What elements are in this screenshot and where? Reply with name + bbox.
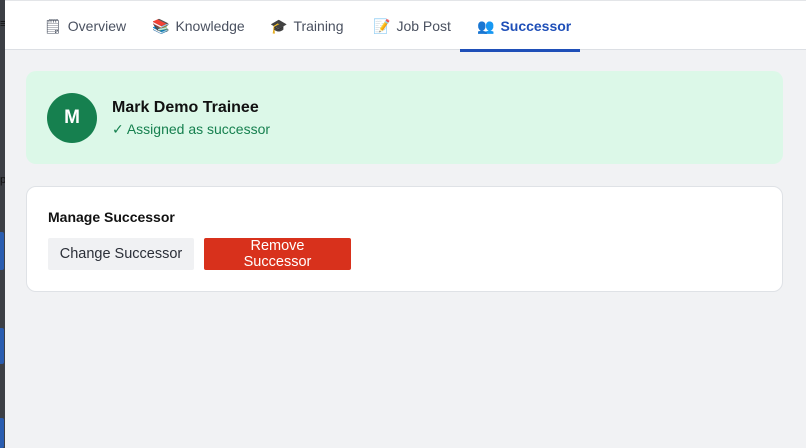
edge-indicator	[0, 418, 4, 448]
edge-indicator	[0, 232, 4, 270]
successor-status: ✓ Assigned as successor	[112, 121, 271, 137]
successor-card: M Mark Demo Trainee ✓ Assigned as succes…	[26, 71, 783, 164]
avatar: M	[47, 93, 97, 143]
tab-label: Job Post	[396, 17, 451, 34]
edge-indicator	[0, 328, 4, 364]
tab-successor[interactable]: 👥 Successor	[460, 1, 580, 52]
app-window: 🗒 Overview 📚 Knowledge 🎓 Training 📝 Job …	[5, 0, 806, 448]
people-icon: 👥	[477, 17, 495, 34]
tab-label: Knowledge	[175, 17, 245, 34]
manage-successor-title: Manage Successor	[48, 209, 175, 225]
clipboard-icon: 🗒	[44, 17, 62, 34]
graduation-cap-icon: 🎓	[270, 17, 288, 34]
tab-overview[interactable]: 🗒 Overview	[44, 1, 126, 50]
tab-label: Training	[293, 17, 344, 34]
tab-label: Overview	[67, 17, 127, 34]
memo-icon: 📝	[373, 17, 391, 34]
tab-bar: 🗒 Overview 📚 Knowledge 🎓 Training 📝 Job …	[5, 0, 806, 52]
manage-successor-card: Manage Successor Change Successor Remove…	[26, 186, 783, 292]
remove-successor-button[interactable]: Remove Successor	[204, 238, 351, 270]
tab-label: Successor	[500, 17, 572, 34]
change-successor-button[interactable]: Change Successor	[48, 238, 194, 270]
tab-knowledge[interactable]: 📚 Knowledge	[152, 1, 245, 50]
tab-job-post[interactable]: 📝 Job Post	[373, 1, 451, 50]
successor-name: Mark Demo Trainee	[112, 99, 259, 116]
books-icon: 📚	[152, 17, 170, 34]
tab-training[interactable]: 🎓 Training	[270, 1, 344, 50]
